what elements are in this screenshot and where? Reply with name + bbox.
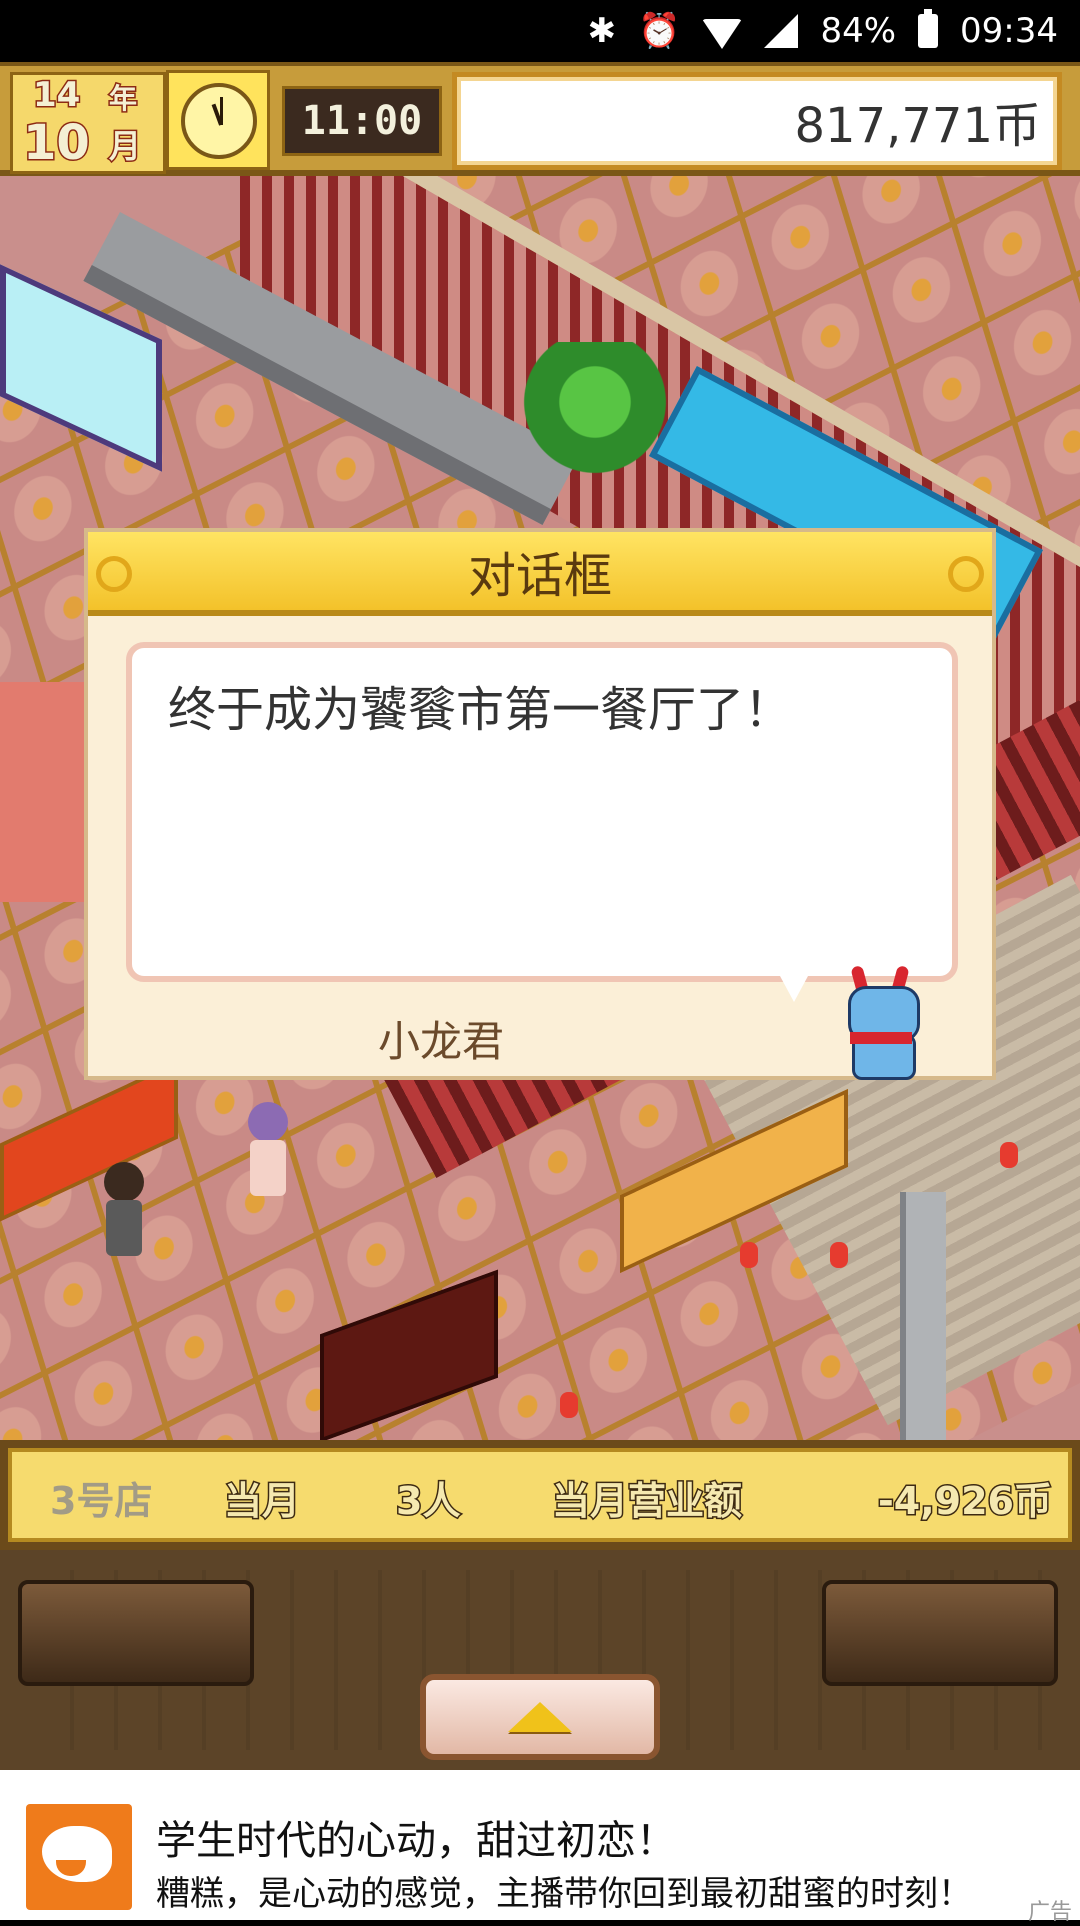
signal-icon: [764, 14, 799, 48]
ad-banner[interactable]: 学生时代的心动，甜过初恋！ 糟糕，是心动的感觉，主播带你回到最初甜蜜的时刻！ 广…: [0, 1770, 1080, 1925]
status-time: 09:34: [960, 11, 1058, 51]
clock-icon: [166, 70, 270, 170]
speaker-name: 小龙君: [378, 1017, 505, 1066]
customer-count: 3人: [394, 1478, 461, 1525]
year-number: 14: [31, 74, 81, 117]
date-display: 14 年 10 月: [10, 72, 166, 174]
bluetooth-icon: ✱: [587, 11, 617, 51]
lantern: [740, 1242, 758, 1268]
battery-percent: 84%: [820, 11, 897, 51]
alarm-icon: ⏰: [638, 11, 681, 51]
left-menu-button[interactable]: [18, 1580, 254, 1686]
dragon-avatar: [836, 964, 926, 1080]
wifi-icon: [702, 19, 743, 49]
dialog-message: 终于成为饕餮市第一餐厅了！: [168, 682, 793, 738]
customer-character[interactable]: [240, 1102, 296, 1212]
status-bar: ✱ ⏰ 84% 09:34: [0, 0, 1080, 62]
ad-subtitle[interactable]: 糟糕，是心动的感觉，主播带你回到最初甜蜜的时刻！: [156, 1866, 972, 1915]
dialog-title: 对话框: [88, 532, 992, 616]
bubble-tail: [780, 976, 808, 1002]
lantern: [830, 1242, 848, 1268]
ad-logo[interactable]: [26, 1804, 132, 1910]
ad-title[interactable]: 学生时代的心动，甜过初恋！: [156, 1808, 676, 1866]
expand-menu-button[interactable]: [420, 1674, 660, 1760]
dialog-box[interactable]: 对话框 终于成为饕餮市第一餐厅了！ 小龙君: [84, 528, 996, 1080]
store-number: 3号店: [50, 1479, 153, 1523]
up-arrow-icon: [508, 1702, 572, 1732]
control-panel: [0, 1550, 1080, 1770]
staff-character[interactable]: [96, 1162, 152, 1272]
monthly-sales-label: 当月营业额: [550, 1478, 743, 1525]
lantern: [560, 1392, 578, 1418]
battery-icon: [918, 9, 939, 48]
month-label: 月: [107, 126, 142, 167]
speech-bubble: 终于成为饕餮市第一餐厅了！: [126, 642, 958, 982]
game-time: 11:00: [282, 86, 442, 156]
stone-pillar: [900, 1192, 946, 1442]
month-number: 10: [22, 114, 92, 173]
top-hud: 14 年 10 月 11:00 817,771币: [0, 62, 1080, 176]
lantern: [1000, 1142, 1018, 1168]
store-info-bar[interactable]: 3号店 当月 3人 当月营业额 -4,926币: [0, 1440, 1080, 1550]
ad-label: 广告: [1027, 1900, 1072, 1925]
right-menu-button[interactable]: [822, 1580, 1058, 1686]
monthly-sales-value: -4,926币: [877, 1478, 1054, 1525]
money-display: 817,771币: [452, 72, 1062, 170]
year-label: 年: [107, 81, 138, 117]
potted-plant: [520, 342, 670, 492]
month-label: 当月: [222, 1478, 301, 1525]
